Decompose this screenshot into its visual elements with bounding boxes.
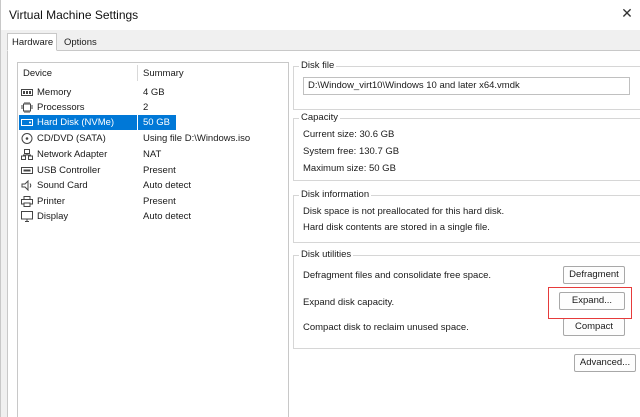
disk-information-group: Disk information Disk space is not preal… [293, 189, 640, 244]
device-row-display[interactable]: Display Auto detect [18, 209, 288, 224]
device-summary: Present [143, 196, 176, 207]
device-row-network-adapter[interactable]: Network Adapter NAT [18, 147, 288, 162]
device-name: Network Adapter [37, 149, 108, 160]
disk-utilities-title: Disk utilities [299, 249, 354, 260]
device-list-header: Device Summary [18, 63, 288, 83]
hardware-panel: Device Summary Memory 4 GB Processors 2 … [7, 50, 640, 417]
column-separator[interactable] [137, 65, 138, 81]
disk-file-field[interactable]: D:\Window_virt10\Windows 10 and later x6… [303, 77, 630, 95]
tab-options[interactable]: Options [59, 33, 103, 51]
window-title: Virtual Machine Settings [9, 8, 139, 22]
device-summary: Auto detect [143, 211, 192, 222]
device-summary: 4 GB [143, 87, 165, 98]
expand-button[interactable]: Expand... [559, 292, 625, 310]
tab-hardware[interactable]: Hardware [7, 33, 57, 51]
title-bar: Virtual Machine Settings ✕ [1, 0, 640, 30]
capacity-title: Capacity [299, 112, 340, 123]
device-row-memory[interactable]: Memory 4 GB [18, 85, 288, 100]
device-name: Memory [37, 87, 72, 98]
device-row-usb-controller[interactable]: USB Controller Present [18, 163, 288, 178]
disk-file-group: Disk file D:\Window_virt10\Windows 10 an… [293, 60, 640, 110]
column-header-device[interactable]: Device [23, 68, 52, 79]
compact-text: Compact disk to reclaim unused space. [303, 322, 469, 333]
disk-information-title: Disk information [299, 189, 372, 200]
current-size-text: Current size: 30.6 GB [303, 129, 395, 140]
device-name: Sound Card [37, 180, 88, 191]
device-name: Hard Disk (NVMe) [19, 115, 137, 130]
device-name: Display [37, 211, 69, 222]
disk-file-title: Disk file [299, 60, 337, 71]
disk-info-line-2: Hard disk contents are stored in a singl… [303, 222, 490, 233]
close-icon[interactable]: ✕ [619, 5, 635, 21]
disk-info-line-1: Disk space is not preallocated for this … [303, 206, 505, 217]
disk-information-box [293, 195, 640, 243]
device-summary: Present [143, 165, 176, 176]
device-summary: Auto detect [143, 180, 192, 191]
device-name: CD/DVD (SATA) [37, 133, 106, 144]
defragment-text: Defragment files and consolidate free sp… [303, 270, 491, 281]
device-row-hard-disk[interactable]: Hard Disk (NVMe) 50 GB [18, 115, 288, 130]
column-header-summary[interactable]: Summary [143, 68, 184, 79]
maximum-size-text: Maximum size: 50 GB [303, 163, 396, 174]
expand-text: Expand disk capacity. [303, 297, 395, 308]
hard-disk-icon [21, 119, 33, 126]
device-row-processors[interactable]: Processors 2 [18, 100, 288, 115]
disk-utilities-group: Disk utilities Defragment files and cons… [293, 249, 640, 349]
defragment-button[interactable]: Defragment [563, 266, 625, 284]
vm-settings-window: Virtual Machine Settings ✕ Hardware Opti… [0, 0, 640, 417]
system-free-text: System free: 130.7 GB [303, 146, 400, 157]
device-row-printer[interactable]: Printer Present [18, 194, 288, 209]
capacity-group: Capacity Current size: 30.6 GB System fr… [293, 112, 640, 182]
device-name: Printer [37, 196, 65, 207]
device-name: Processors [37, 102, 85, 113]
device-name: USB Controller [37, 165, 101, 176]
device-summary: 50 GB [138, 115, 176, 130]
device-row-sound-card[interactable]: Sound Card Auto detect [18, 178, 288, 193]
device-list[interactable]: Device Summary Memory 4 GB Processors 2 … [17, 62, 289, 417]
device-summary: Using file D:\Windows.iso [143, 133, 251, 144]
device-summary: 2 [143, 102, 149, 113]
compact-button[interactable]: Compact [563, 318, 625, 336]
device-summary: NAT [143, 149, 162, 160]
device-row-cd-dvd[interactable]: CD/DVD (SATA) Using file D:\Windows.iso [18, 131, 288, 146]
advanced-button[interactable]: Advanced... [574, 354, 636, 372]
